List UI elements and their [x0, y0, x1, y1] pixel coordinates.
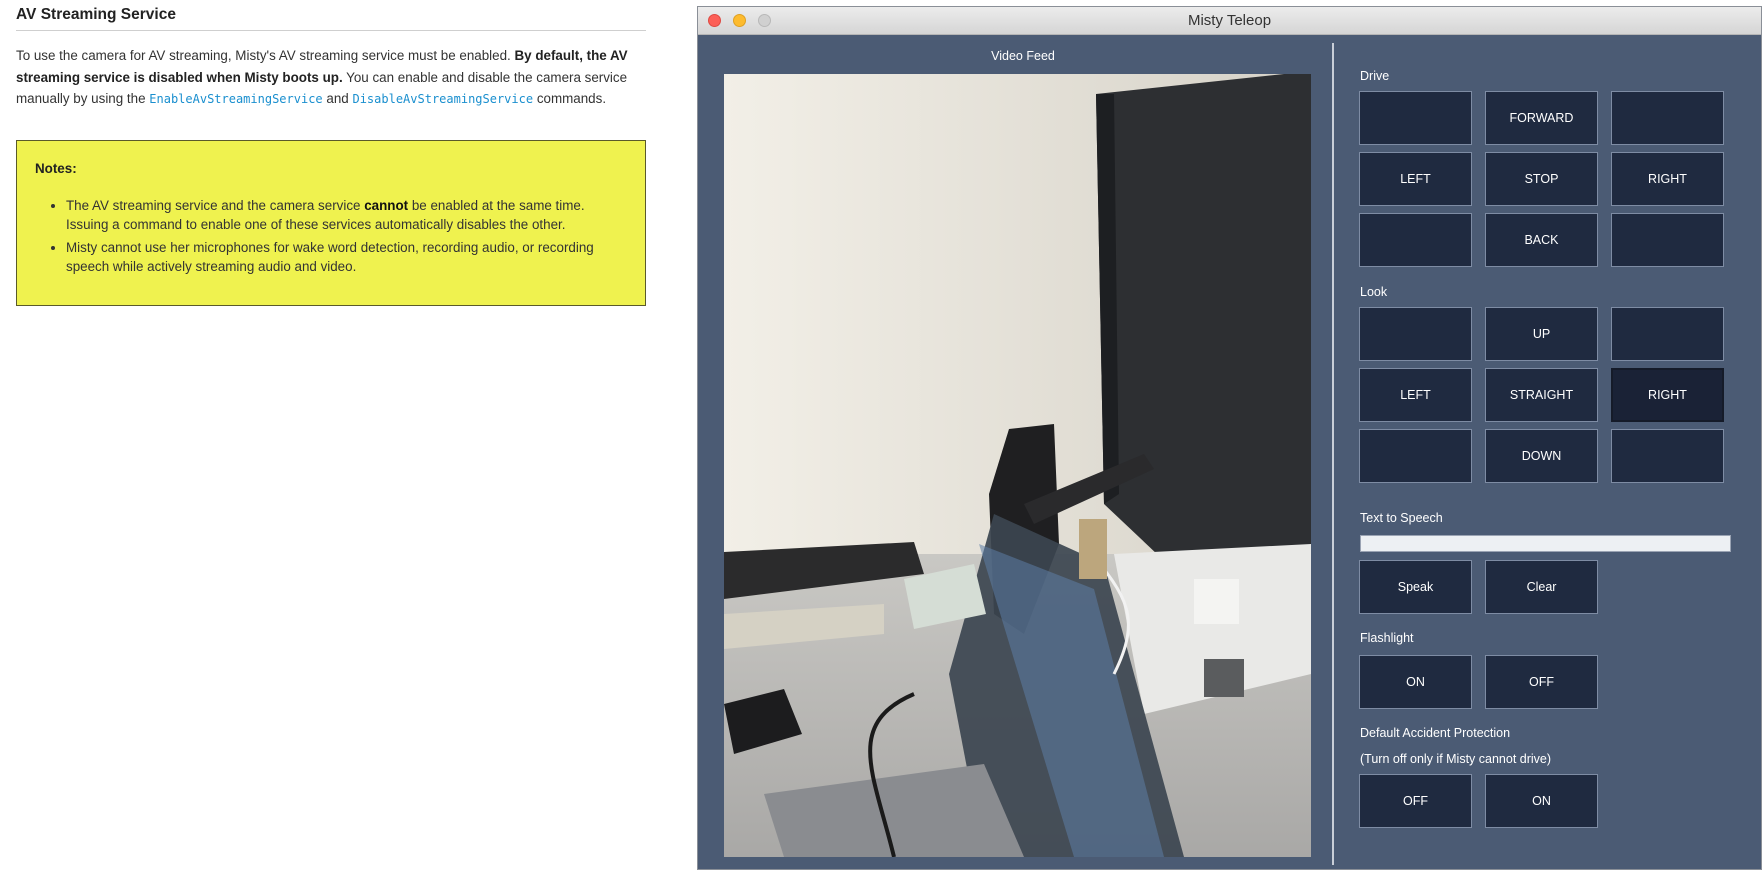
look-up-button[interactable]: UP: [1485, 307, 1598, 361]
look-empty-button[interactable]: [1611, 429, 1724, 483]
drive-empty-button[interactable]: [1359, 91, 1472, 145]
note-item: The AV streaming service and the camera …: [66, 196, 627, 235]
look-right-button[interactable]: RIGHT: [1611, 368, 1724, 422]
drive-back-button[interactable]: BACK: [1485, 213, 1598, 267]
enable-av-streaming-link[interactable]: EnableAvStreamingService: [149, 92, 322, 106]
clear-button[interactable]: Clear: [1485, 560, 1598, 614]
flashlight-label: Flashlight: [1360, 631, 1414, 645]
documentation-panel: AV Streaming Service To use the camera f…: [16, 6, 646, 306]
panel-divider: [1332, 43, 1334, 865]
drive-right-button[interactable]: RIGHT: [1611, 152, 1724, 206]
disable-av-streaming-link[interactable]: DisableAvStreamingService: [352, 92, 533, 106]
window-title: Misty Teleop: [1187, 12, 1272, 29]
drive-empty-button[interactable]: [1611, 213, 1724, 267]
speak-button[interactable]: Speak: [1359, 560, 1472, 614]
notes-list: The AV streaming service and the camera …: [35, 196, 627, 277]
doc-para-end: commands.: [536, 91, 607, 106]
look-label: Look: [1360, 285, 1388, 299]
drive-left-button[interactable]: LEFT: [1359, 152, 1472, 206]
tts-input[interactable]: [1360, 535, 1731, 552]
look-straight-button[interactable]: STRAIGHT: [1485, 368, 1598, 422]
note-1-bold: cannot: [364, 197, 409, 213]
accident-protection-label: Default Accident Protection: [1360, 726, 1511, 740]
doc-title: AV Streaming Service: [16, 6, 646, 31]
drive-stop-button[interactable]: STOP: [1485, 152, 1598, 206]
drive-empty-button[interactable]: [1359, 213, 1472, 267]
doc-para-and: and: [326, 91, 349, 106]
notes-box: Notes: The AV streaming service and the …: [16, 139, 646, 306]
drive-empty-button[interactable]: [1611, 91, 1724, 145]
notes-heading: Notes:: [35, 160, 77, 176]
flashlight-off-button[interactable]: OFF: [1485, 655, 1598, 709]
video-feed-label: Video Feed: [991, 49, 1055, 63]
drive-label: Drive: [1360, 69, 1390, 83]
doc-para-text-1: To use the camera for AV streaming, Mist…: [16, 48, 511, 63]
tts-label: Text to Speech: [1360, 511, 1443, 525]
accident-on-button[interactable]: ON: [1485, 774, 1598, 828]
look-empty-button[interactable]: [1611, 307, 1724, 361]
look-empty-button[interactable]: [1359, 307, 1472, 361]
video-feed: [724, 74, 1311, 857]
note-2-text: Misty cannot use her microphones for wak…: [66, 239, 594, 275]
look-left-button[interactable]: LEFT: [1359, 368, 1472, 422]
accident-off-button[interactable]: OFF: [1359, 774, 1472, 828]
note-1-text-a: The AV streaming service and the camera …: [66, 197, 361, 213]
window-titlebar[interactable]: Misty Teleop: [698, 7, 1761, 35]
drive-forward-button[interactable]: FORWARD: [1485, 91, 1598, 145]
doc-paragraph: To use the camera for AV streaming, Mist…: [16, 45, 646, 111]
look-down-button[interactable]: DOWN: [1485, 429, 1598, 483]
flashlight-on-button[interactable]: ON: [1359, 655, 1472, 709]
teleop-window: Misty Teleop Video Feed Drive FORWARD LE…: [697, 6, 1762, 870]
look-empty-button[interactable]: [1359, 429, 1472, 483]
note-item: Misty cannot use her microphones for wak…: [66, 238, 627, 277]
accident-protection-sublabel: (Turn off only if Misty cannot drive): [1360, 752, 1552, 766]
video-feed-image: [724, 74, 1311, 857]
